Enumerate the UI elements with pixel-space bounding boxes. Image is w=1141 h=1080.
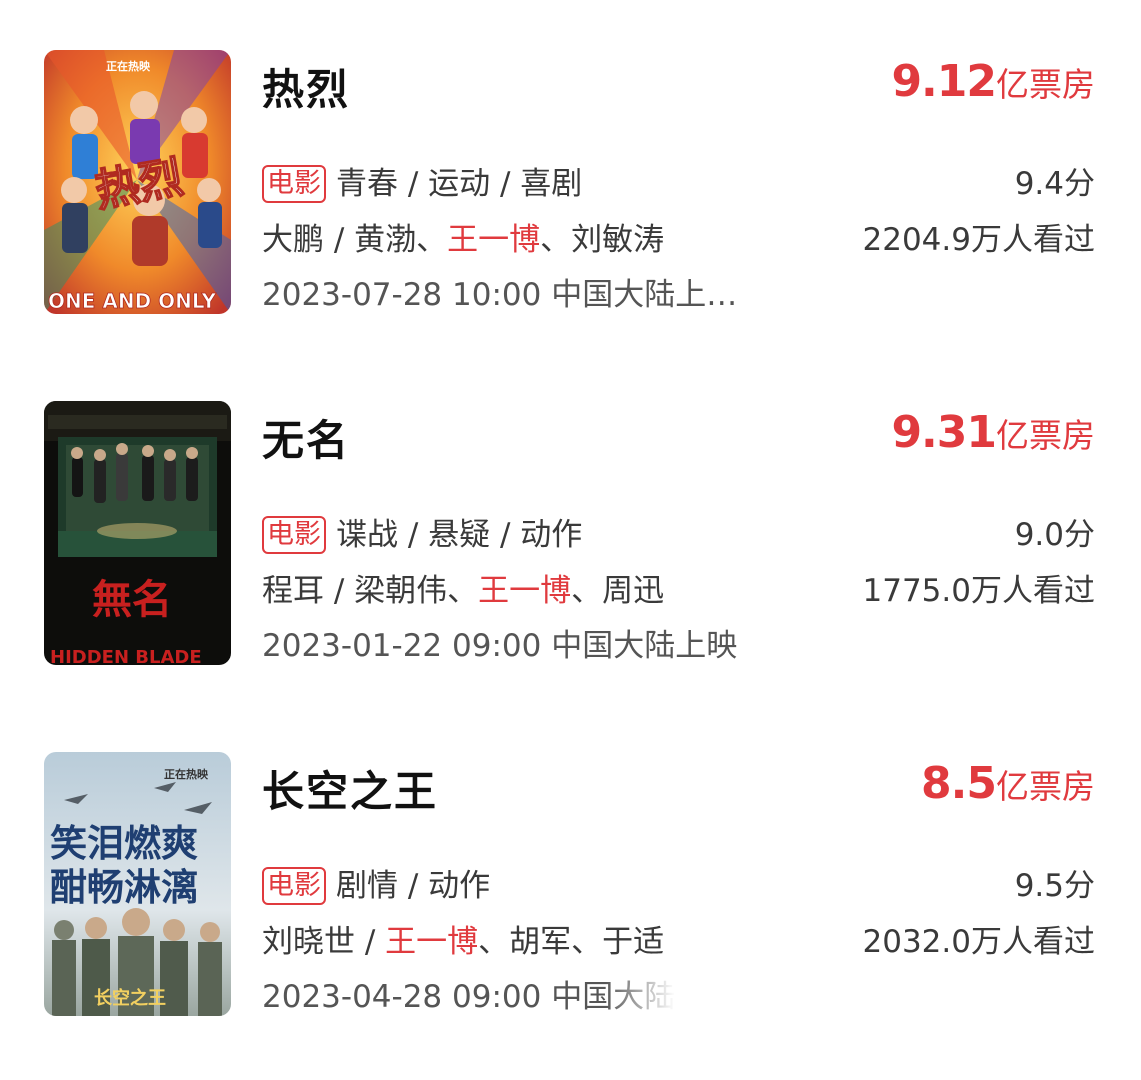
cast-highlight: 王一博 <box>447 222 541 258</box>
poster-logo: 無名 <box>92 576 172 623</box>
movie-title[interactable]: 无名 <box>262 407 350 468</box>
genre-row: 电影 谍战 / 悬疑 / 动作 <box>262 513 582 557</box>
poster-badge: 正在热映 <box>164 767 209 781</box>
cast-before: 黄渤、 <box>354 222 448 258</box>
box-office-unit: 亿票房 <box>996 767 1095 806</box>
movie-title[interactable]: 长空之王 <box>262 758 438 819</box>
genres: 剧情 / 动作 <box>336 868 491 904</box>
genre-row: 电影 青春 / 运动 / 喜剧 <box>262 162 582 206</box>
movie-tag: 电影 <box>262 165 326 203</box>
genres: 青春 / 运动 / 喜剧 <box>336 166 583 202</box>
release-info: 2023-01-22 09:00 中国大陆上映 <box>262 628 738 664</box>
poster-bottom-text: ONE AND ONLY <box>48 289 217 313</box>
cast-after: 、刘敏涛 <box>540 222 665 258</box>
box-office-unit: 亿票房 <box>996 65 1095 104</box>
viewers: 1775.0万人看过 <box>862 573 1095 609</box>
cast-highlight: 王一博 <box>478 573 572 609</box>
release-info: 2023-04-28 09:00 中国大陆 <box>262 975 676 1019</box>
poster-badge: 正在热映 <box>106 59 151 73</box>
poster-image-changkongzhiwang: 正在热映 笑泪燃爽 酣畅淋漓 长空之王 <box>44 752 231 1016</box>
genre-row: 电影 剧情 / 动作 <box>262 864 490 908</box>
box-office-number: 9.12 <box>891 56 997 107</box>
score: 9.4分 <box>1014 166 1095 202</box>
genres: 谍战 / 悬疑 / 动作 <box>336 517 583 553</box>
viewers: 2204.9万人看过 <box>862 222 1095 258</box>
box-office: 9.12亿票房 <box>891 54 1095 119</box>
separator: / <box>324 573 355 609</box>
box-office-number: 8.5 <box>921 758 997 809</box>
credits-row: 刘晓世 / 王一博、胡军、于适 <box>262 920 664 964</box>
separator: / <box>324 222 355 258</box>
poster-bottom-text: HIDDEN BLADE <box>50 647 202 665</box>
box-office-number: 9.31 <box>891 407 997 458</box>
cast-highlight: 王一博 <box>385 924 479 960</box>
movie-poster[interactable]: 正在热映 热烈 ONE AND ONLY <box>44 50 231 314</box>
movie-card[interactable]: 正在热映 热烈 ONE AND ONLY 热烈 9.12亿票房 电影 青春 / 运… <box>0 50 1141 320</box>
movie-title[interactable]: 热烈 <box>262 56 350 117</box>
credits-row: 程耳 / 梁朝伟、王一博、周迅 <box>262 569 664 613</box>
cast-after: 、周迅 <box>571 573 665 609</box>
box-office-unit: 亿票房 <box>996 416 1095 455</box>
director: 大鹏 <box>262 222 324 258</box>
cast-after: 、胡军、于适 <box>478 924 665 960</box>
movie-card[interactable]: 正在热映 笑泪燃爽 酣畅淋漓 长空之王 长空之王 8.5亿票房 电影 剧情 / 动… <box>0 752 1141 1022</box>
text-fade <box>605 975 676 1019</box>
score: 9.0分 <box>1014 517 1095 553</box>
score: 9.5分 <box>1014 868 1095 904</box>
movie-tag: 电影 <box>262 516 326 554</box>
cast-before: 梁朝伟、 <box>354 573 479 609</box>
box-office: 9.31亿票房 <box>891 405 1095 470</box>
poster-headline-2: 酣畅淋漓 <box>50 866 198 909</box>
movie-card[interactable]: 無名 HIDDEN BLADE 无名 9.31亿票房 电影 谍战 / 悬疑 / 动… <box>0 401 1141 671</box>
poster-image-wuming: 無名 HIDDEN BLADE <box>44 401 231 665</box>
poster-headline-1: 笑泪燃爽 <box>50 822 198 865</box>
viewers: 2032.0万人看过 <box>862 924 1095 960</box>
poster-logo: 长空之王 <box>94 987 166 1009</box>
director: 刘晓世 <box>262 924 355 960</box>
poster-image-reonlie: 正在热映 热烈 ONE AND ONLY <box>44 50 231 314</box>
director: 程耳 <box>262 573 324 609</box>
box-office: 8.5亿票房 <box>921 756 1095 821</box>
movie-tag: 电影 <box>262 867 326 905</box>
separator: / <box>355 924 386 960</box>
movie-poster[interactable]: 正在热映 笑泪燃爽 酣畅淋漓 长空之王 <box>44 752 231 1016</box>
release-info: 2023-07-28 10:00 中国大陆上… <box>262 277 738 313</box>
movie-poster[interactable]: 無名 HIDDEN BLADE <box>44 401 231 665</box>
credits-row: 大鹏 / 黄渤、王一博、刘敏涛 <box>262 218 664 262</box>
